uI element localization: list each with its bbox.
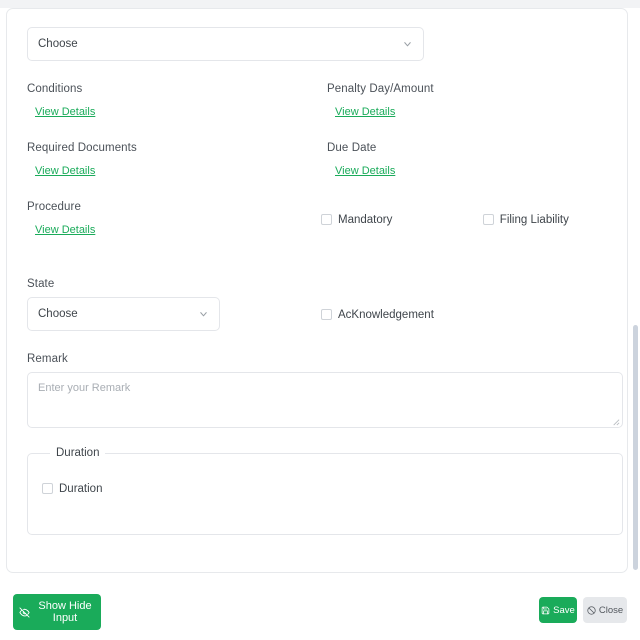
chevron-down-icon — [402, 39, 413, 50]
checkbox-label-mandatory: Mandatory — [338, 213, 393, 226]
form-card-body: Choose Conditions View Details Penalty D… — [7, 9, 627, 535]
checkbox-box-acknowledgement[interactable] — [321, 309, 332, 320]
eye-slash-icon — [19, 606, 30, 618]
duration-fieldset: Duration Duration — [27, 447, 623, 535]
label-penalty-day-amount: Penalty Day/Amount — [327, 83, 434, 95]
field-conditions: Conditions View Details — [21, 83, 321, 120]
field-penalty-day-amount: Penalty Day/Amount View Details — [321, 83, 609, 120]
duration-legend: Duration — [56, 447, 100, 459]
chevron-down-icon — [198, 309, 209, 320]
field-procedure: Procedure View Details — [21, 201, 321, 238]
view-details-due-date[interactable]: View Details — [335, 165, 395, 177]
resize-grip-icon[interactable] — [611, 417, 620, 426]
label-remark: Remark — [27, 353, 68, 365]
checkbox-label-duration: Duration — [59, 482, 103, 495]
close-button-label: Close — [598, 604, 624, 616]
top-choose-select-value: Choose — [38, 38, 78, 50]
field-remark: Remark Enter your Remark — [21, 353, 623, 428]
row-required-documents-due-date: Required Documents View Details Due Date… — [21, 142, 609, 179]
checkbox-duration[interactable]: Duration — [42, 483, 102, 495]
remark-textarea[interactable]: Enter your Remark — [27, 372, 623, 428]
view-details-penalty-day-amount[interactable]: View Details — [335, 106, 395, 118]
top-edge-strip — [0, 0, 640, 8]
view-details-conditions[interactable]: View Details — [35, 106, 95, 118]
show-hide-input-label: Show Hide Input — [38, 600, 92, 624]
flags-group: Mandatory Filing Liability — [321, 201, 609, 238]
top-choose-select[interactable]: Choose — [27, 27, 424, 61]
field-due-date: Due Date View Details — [321, 142, 609, 179]
field-required-documents: Required Documents View Details — [21, 142, 321, 179]
label-procedure: Procedure — [27, 201, 81, 213]
ban-circle-icon — [587, 605, 596, 615]
checkbox-filing-liability[interactable]: Filing Liability — [482, 213, 569, 226]
save-disk-icon — [541, 606, 550, 615]
checkbox-box-duration[interactable] — [42, 483, 53, 494]
view-details-required-documents[interactable]: View Details — [35, 165, 95, 177]
label-conditions: Conditions — [27, 83, 83, 95]
show-hide-input-button[interactable]: Show Hide Input — [13, 594, 101, 630]
form-card: Choose Conditions View Details Penalty D… — [6, 8, 628, 573]
label-due-date: Due Date — [327, 142, 377, 154]
save-button[interactable]: Save — [539, 597, 577, 623]
save-button-label: Save — [553, 604, 575, 616]
field-state: State Choose — [21, 278, 321, 331]
checkbox-acknowledgement[interactable]: AcKnowledgement — [321, 309, 434, 321]
duration-inner: Duration — [42, 481, 622, 499]
close-button[interactable]: Close — [583, 597, 627, 623]
acknowledgement-group: AcKnowledgement — [321, 278, 609, 331]
view-details-procedure[interactable]: View Details — [35, 224, 95, 236]
footer-actions: Show Hide Input Save Close — [0, 590, 640, 640]
checkbox-label-acknowledgement: AcKnowledgement — [338, 308, 434, 321]
state-select[interactable]: Choose — [27, 297, 220, 331]
row-state-acknowledgement: State Choose AcKnowledgement — [21, 278, 609, 331]
remark-placeholder: Enter your Remark — [38, 382, 131, 394]
label-required-documents: Required Documents — [27, 142, 137, 154]
checkbox-mandatory[interactable]: Mandatory — [321, 214, 392, 226]
checkbox-box-mandatory[interactable] — [321, 214, 332, 225]
label-state: State — [27, 278, 55, 290]
checkbox-label-filing-liability: Filing Liability — [499, 213, 569, 226]
app-screen: Choose Conditions View Details Penalty D… — [0, 0, 640, 640]
vertical-scrollbar-thumb[interactable] — [633, 325, 638, 570]
state-select-value: Choose — [38, 308, 78, 320]
row-conditions-penalty: Conditions View Details Penalty Day/Amou… — [21, 83, 609, 120]
checkbox-box-filing-liability[interactable] — [482, 214, 494, 225]
row-procedure-flags: Procedure View Details Mandatory Filing … — [21, 201, 609, 238]
